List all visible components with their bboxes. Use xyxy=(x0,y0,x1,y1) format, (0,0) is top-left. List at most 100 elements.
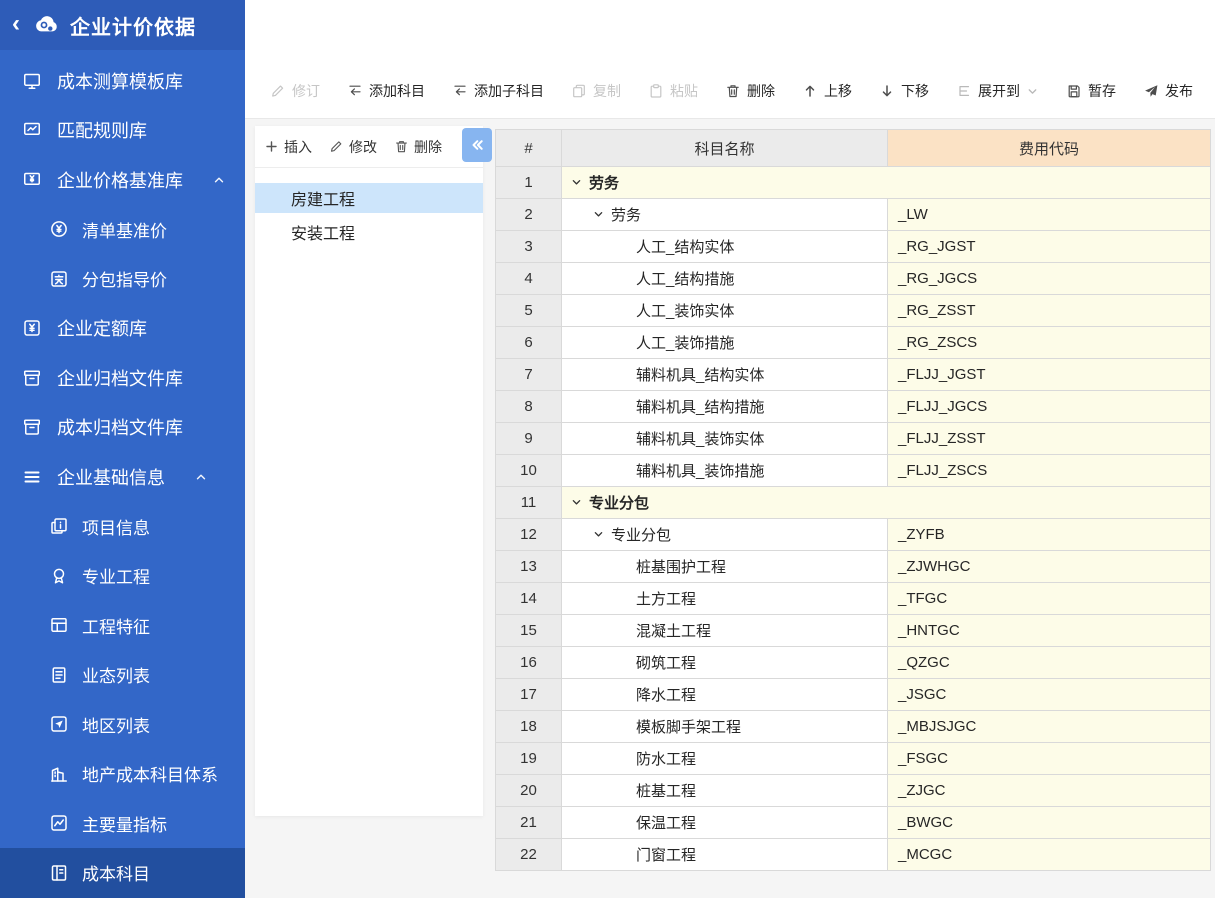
table-row[interactable]: 17降水工程_JSGC xyxy=(496,679,1211,711)
row-number-cell: 10 xyxy=(496,455,562,487)
sidebar-item-9[interactable]: 企业基础信息 xyxy=(0,452,245,502)
toolbar-button-label: 暂存 xyxy=(1088,81,1116,101)
workspace: 插入修改删除 房建工程安装工程 #科目名称费用代码 1劳务2劳务_LW3人工_结… xyxy=(245,118,1215,891)
paste-icon xyxy=(648,83,664,99)
project-type-item-2[interactable]: 安装工程 xyxy=(255,217,483,247)
project-type-panel: 插入修改 删除 房建工程安装工程 xyxy=(255,126,483,816)
table-row[interactable]: 5人工_装饰实体_RG_ZSST xyxy=(496,295,1211,327)
toolbar-button-label: 添加科目 xyxy=(369,81,425,101)
toolbar-button-8[interactable]: 下移 xyxy=(879,81,929,101)
panel-action-3[interactable]: 删除 xyxy=(394,137,442,157)
sidebar-item-7[interactable]: 企业归档文件库 xyxy=(0,353,245,403)
sidebar-item-10[interactable]: 项目信息 xyxy=(0,502,245,552)
table-row[interactable]: 18模板脚手架工程_MBJSJGC xyxy=(496,711,1211,743)
subject-name-cell: 防水工程 xyxy=(562,743,888,775)
sidebar-item-label: 成本科目 xyxy=(82,860,150,885)
caret-down-icon xyxy=(571,177,582,188)
row-number-cell: 11 xyxy=(496,487,562,519)
subject-name-cell: 人工_装饰实体 xyxy=(562,295,888,327)
plus-icon xyxy=(264,139,279,154)
fee-code-cell: _ZJWHGC xyxy=(888,551,1211,583)
sidebar-item-6[interactable]: 企业定额库 xyxy=(0,304,245,354)
price-benchmark-library-icon xyxy=(22,170,42,190)
sidebar-item-2[interactable]: 匹配规则库 xyxy=(0,106,245,156)
toolbar-button-10[interactable]: 暂存 xyxy=(1066,81,1116,101)
sidebar-item-17[interactable]: 成本科目 xyxy=(0,848,245,898)
sidebar-item-label: 分包指导价 xyxy=(82,266,167,291)
sidebar-item-13[interactable]: 业态列表 xyxy=(0,650,245,700)
sidebar-item-1[interactable]: 成本测算模板库 xyxy=(0,56,245,106)
region-list-icon xyxy=(49,714,69,734)
sidebar-item-16[interactable]: 主要量指标 xyxy=(0,799,245,849)
back-icon[interactable]: ‹ xyxy=(12,12,20,36)
table-row[interactable]: 19防水工程_FSGC xyxy=(496,743,1211,775)
collapse-panel-button[interactable] xyxy=(462,128,492,162)
sidebar-item-label: 企业归档文件库 xyxy=(57,365,183,391)
row-number-cell: 18 xyxy=(496,711,562,743)
table-row[interactable]: 20桩基工程_ZJGC xyxy=(496,775,1211,807)
toolbar-button-3[interactable]: 添加子科目 xyxy=(452,81,544,101)
sidebar-item-4[interactable]: 清单基准价 xyxy=(0,205,245,255)
table-row[interactable]: 12专业分包_ZYFB xyxy=(496,519,1211,551)
expand-to-icon xyxy=(956,83,972,99)
panel-action-label: 删除 xyxy=(414,137,442,157)
fee-code-cell: _RG_ZSCS xyxy=(888,327,1211,359)
sidebar-item-5[interactable]: 分包指导价 xyxy=(0,254,245,304)
sidebar-item-label: 地区列表 xyxy=(82,712,150,737)
fee-code-cell: _ZYFB xyxy=(888,519,1211,551)
fee-code-cell: _ZJGC xyxy=(888,775,1211,807)
table-row[interactable]: 6人工_装饰措施_RG_ZSCS xyxy=(496,327,1211,359)
toolbar-button-2[interactable]: 添加科目 xyxy=(347,81,425,101)
row-number-cell: 7 xyxy=(496,359,562,391)
toolbar-button-label: 粘贴 xyxy=(670,81,698,101)
move-down-icon xyxy=(879,83,895,99)
toolbar-button-6[interactable]: 删除 xyxy=(725,81,775,101)
sidebar-item-8[interactable]: 成本归档文件库 xyxy=(0,403,245,453)
list-benchmark-price-icon xyxy=(49,219,69,239)
table-row[interactable]: 21保温工程_BWGC xyxy=(496,807,1211,839)
caret-down-icon xyxy=(571,497,582,508)
project-type-item-1[interactable]: 房建工程 xyxy=(255,183,483,213)
caret-down-icon xyxy=(593,529,604,540)
table-row[interactable]: 9辅料机具_装饰实体_FLJJ_ZSST xyxy=(496,423,1211,455)
table-row[interactable]: 10辅料机具_装饰措施_FLJJ_ZSCS xyxy=(496,455,1211,487)
enterprise-archive-icon xyxy=(22,368,42,388)
subject-name-cell: 劳务 xyxy=(562,167,1211,199)
toolbar-button-11[interactable]: 发布 xyxy=(1143,81,1193,101)
table-row[interactable]: 14土方工程_TFGC xyxy=(496,583,1211,615)
sidebar-item-3[interactable]: 企业价格基准库 xyxy=(0,155,245,205)
toolbar-button-label: 发布 xyxy=(1165,81,1193,101)
fee-code-cell: _QZGC xyxy=(888,647,1211,679)
fee-code-cell: _MBJSJGC xyxy=(888,711,1211,743)
toolbar-button-7[interactable]: 上移 xyxy=(802,81,852,101)
table-row[interactable]: 11专业分包 xyxy=(496,487,1211,519)
toolbar-button-9[interactable]: 展开到 xyxy=(956,81,1039,101)
subject-name-cell: 劳务 xyxy=(562,199,888,231)
sidebar-item-12[interactable]: 工程特征 xyxy=(0,601,245,651)
sidebar-item-label: 企业价格基准库 xyxy=(57,167,183,193)
table-row[interactable]: 1劳务 xyxy=(496,167,1211,199)
sidebar-item-15[interactable]: 地产成本科目体系 xyxy=(0,749,245,799)
table-row[interactable]: 8辅料机具_结构措施_FLJJ_JGCS xyxy=(496,391,1211,423)
panel-action-2[interactable]: 修改 xyxy=(329,137,377,157)
sidebar-item-11[interactable]: 专业工程 xyxy=(0,551,245,601)
subject-name-cell: 土方工程 xyxy=(562,583,888,615)
table-row[interactable]: 3人工_结构实体_RG_JGST xyxy=(496,231,1211,263)
subject-name-cell: 降水工程 xyxy=(562,679,888,711)
panel-toolbar: 插入修改 删除 xyxy=(255,126,483,168)
sidebar: ‹ 企业计价依据 成本测算模板库匹配规则库企业价格基准库清单基准价分包指导价企业… xyxy=(0,0,245,891)
toolbar-button-label: 添加子科目 xyxy=(474,81,544,101)
table-row[interactable]: 7辅料机具_结构实体_FLJJ_JGST xyxy=(496,359,1211,391)
sidebar-item-label: 清单基准价 xyxy=(82,217,167,242)
table-row[interactable]: 2劳务_LW xyxy=(496,199,1211,231)
delete-icon xyxy=(725,83,741,99)
table-row[interactable]: 22门窗工程_MCGC xyxy=(496,839,1211,871)
table-row[interactable]: 13桩基围护工程_ZJWHGC xyxy=(496,551,1211,583)
table-row[interactable]: 4人工_结构措施_RG_JGCS xyxy=(496,263,1211,295)
fee-code-cell: _HNTGC xyxy=(888,615,1211,647)
panel-action-1[interactable]: 插入 xyxy=(264,137,312,157)
fee-code-cell: _FLJJ_JGST xyxy=(888,359,1211,391)
table-row[interactable]: 16砌筑工程_QZGC xyxy=(496,647,1211,679)
table-row[interactable]: 15混凝土工程_HNTGC xyxy=(496,615,1211,647)
sidebar-item-14[interactable]: 地区列表 xyxy=(0,700,245,750)
